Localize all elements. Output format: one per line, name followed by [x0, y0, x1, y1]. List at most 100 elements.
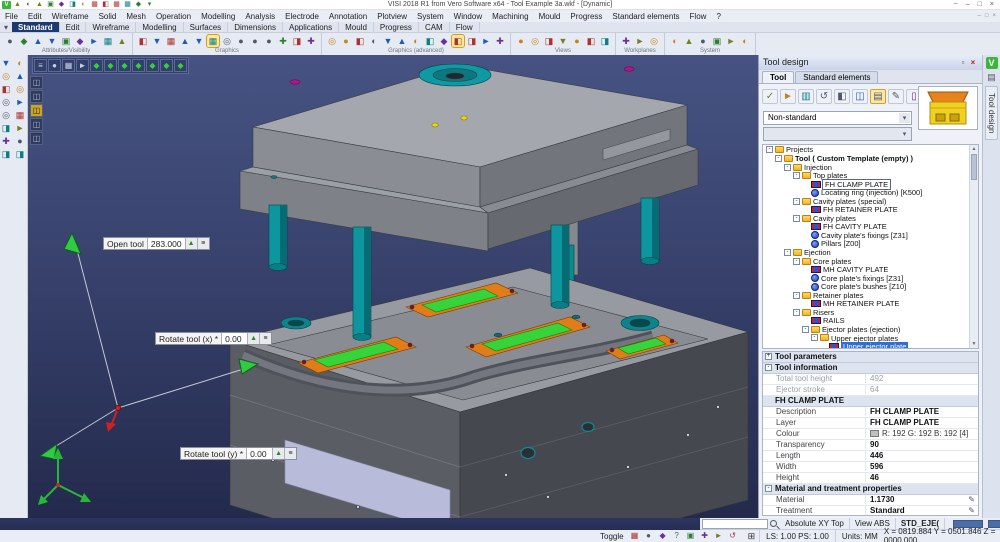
undo-step-icon[interactable]: ●: [14, 135, 26, 147]
surface-filter-icon[interactable]: ◫: [30, 90, 43, 103]
collapse-icon[interactable]: -: [765, 485, 772, 492]
create-workplane-icon[interactable]: ✚: [620, 35, 632, 47]
screen-capture-icon[interactable]: ◧: [101, 1, 110, 9]
zoom-previous-icon[interactable]: ◎: [221, 35, 233, 47]
property-value[interactable]: 90: [866, 440, 978, 449]
tree-item-fh-clamp-plate[interactable]: FH CLAMP PLATE: [763, 180, 978, 189]
layer-manager-icon[interactable]: ◨: [0, 122, 12, 134]
rotate-y-callout[interactable]: Rotate tool (y) * 0.00 ▲ ≡: [180, 447, 297, 460]
tree-item-upper-ejector-plate[interactable]: Upper ejector plate: [763, 342, 978, 349]
menu-progress[interactable]: Progress: [565, 12, 607, 21]
ambient-occlusion-icon[interactable]: ◆: [438, 35, 450, 47]
tree-item-core-plate-s-fixings-z31[interactable]: Core plate's fixings [Z31]: [763, 274, 978, 283]
panel-close-icon[interactable]: ×: [968, 58, 978, 67]
colour-picker-icon[interactable]: ◎: [0, 96, 12, 108]
menu-modelling[interactable]: Modelling: [196, 12, 240, 21]
selection-filter-icon[interactable]: ◧: [452, 35, 464, 47]
recycle-bin-icon[interactable]: ◨: [14, 148, 26, 160]
view-mode-label[interactable]: Absolute XY Top: [780, 518, 850, 530]
entity-info-icon[interactable]: ▲: [116, 35, 128, 47]
tool-design-panel-header[interactable]: Tool design ▫ ×: [759, 55, 982, 70]
tree-item-fh-cavity-plate[interactable]: FH CAVITY PLATE: [763, 223, 978, 232]
menu-mesh[interactable]: Mesh: [121, 12, 151, 21]
tool-type-dropdown[interactable]: Non-standard ▾: [763, 111, 912, 125]
ribbon-tab-standard[interactable]: Standard: [12, 22, 60, 32]
toggle-label[interactable]: Toggle: [594, 532, 630, 541]
view-cube-icon[interactable]: ◧: [834, 89, 850, 104]
rotate-x-calculator-icon[interactable]: ▲: [247, 333, 259, 344]
catalogue-icon[interactable]: ▥: [798, 89, 814, 104]
pan-view-icon[interactable]: ●: [235, 35, 247, 47]
open-tool-callout[interactable]: Open tool 283.000 ▲ ≡: [103, 237, 210, 250]
visibility-icon[interactable]: ◆: [18, 35, 30, 47]
layer-visibility-icon[interactable]: ▲: [32, 35, 44, 47]
tool-structure-tree[interactable]: ▲ ▼ -Projects-Tool ( Custom Template (em…: [762, 144, 979, 349]
right-view-icon[interactable]: ▼: [557, 35, 569, 47]
zoom-target-icon[interactable]: ▦: [62, 59, 75, 72]
expander-icon[interactable]: -: [793, 292, 800, 299]
property-value[interactable]: FH CLAMP PLATE: [866, 407, 978, 416]
property-value[interactable]: 596: [866, 462, 978, 471]
tab-tool[interactable]: Tool: [762, 71, 794, 83]
import-file-icon[interactable]: ▣: [46, 1, 55, 9]
render-palette-icon[interactable]: ✚: [700, 531, 710, 541]
tree-item-core-plate-s-bushes-z10[interactable]: Core plate's bushes [Z10]: [763, 282, 978, 291]
select-tool-icon[interactable]: ►: [780, 89, 796, 104]
snap-point-icon[interactable]: ◧: [0, 83, 12, 95]
shadow-toggle-icon[interactable]: ◧: [424, 35, 436, 47]
tab-standard-elements[interactable]: Standard elements: [795, 71, 878, 83]
edit-pencil-icon[interactable]: ✎: [968, 506, 975, 515]
ribbon-tab-flow[interactable]: Flow: [450, 22, 480, 32]
menu-flow[interactable]: Flow: [685, 12, 712, 21]
filter-attributes-icon[interactable]: ▼: [46, 35, 58, 47]
menu-edit[interactable]: Edit: [23, 12, 47, 21]
modify-entity-icon[interactable]: ►: [14, 96, 26, 108]
expander-icon[interactable]: -: [811, 334, 818, 341]
favourites-icon[interactable]: ◆: [134, 1, 143, 9]
menu-operation[interactable]: Operation: [151, 12, 196, 21]
property-material[interactable]: Material1.1730✎: [763, 495, 978, 506]
rotate-y-keyboard-icon[interactable]: ≡: [284, 448, 296, 459]
ribbon-tab-mould[interactable]: Mould: [339, 22, 374, 32]
rotate-view-icon[interactable]: ●: [249, 35, 261, 47]
attributes-edit-icon[interactable]: ▲: [14, 70, 26, 82]
rotate-x-callout[interactable]: Rotate tool (x) * 0.00 ▲ ≡: [155, 332, 272, 345]
reflection-lines-icon[interactable]: ◐: [410, 35, 422, 47]
tree-item-injection[interactable]: -Injection: [763, 163, 978, 172]
minimize-button[interactable]: –: [966, 1, 970, 8]
select-entity-icon[interactable]: ▼: [0, 57, 12, 69]
snap-toggle-icon[interactable]: ▦: [630, 531, 640, 541]
viewport-3d[interactable]: ≡●▦►◆◆◆◆◆◆◆ ◫◫◫◫◫ Open tool 283.000 ▲ ≡ …: [28, 55, 758, 518]
left-view-icon[interactable]: ●: [571, 35, 583, 47]
scrollbar-thumb[interactable]: [971, 154, 977, 180]
expander-icon[interactable]: -: [784, 249, 791, 256]
plugin-manager-icon[interactable]: ●: [697, 35, 709, 47]
expander-icon[interactable]: -: [793, 172, 800, 179]
collapse-icon[interactable]: -: [765, 364, 772, 371]
menu-system[interactable]: System: [412, 12, 449, 21]
save-tool-icon[interactable]: ◫: [852, 89, 868, 104]
texture-shade-icon[interactable]: ●: [340, 35, 352, 47]
dynamic-section-icon[interactable]: ◐: [368, 35, 380, 47]
expander-icon[interactable]: -: [793, 198, 800, 205]
property-value[interactable]: 64: [866, 385, 978, 394]
section-material-and-treatment-properties[interactable]: -Material and treatment properties: [763, 484, 978, 495]
qat-dropdown-icon[interactable]: ▾: [145, 1, 154, 9]
expander-icon[interactable]: -: [793, 309, 800, 316]
close-button[interactable]: ×: [990, 1, 994, 8]
iso-view-icon[interactable]: ●: [515, 35, 527, 47]
surface-repair-icon[interactable]: ▦: [14, 109, 26, 121]
draft-analysis-icon[interactable]: ▲: [396, 35, 408, 47]
stereo-view-icon[interactable]: ►: [480, 35, 492, 47]
property-value[interactable]: 492: [866, 374, 978, 383]
expander-icon[interactable]: -: [784, 164, 791, 171]
scroll-down-icon[interactable]: ▼: [970, 340, 978, 348]
tool-list-icon[interactable]: ▤: [870, 89, 886, 104]
tree-item-rails[interactable]: RAILS: [763, 317, 978, 326]
iso-view-1-icon[interactable]: ◆: [90, 59, 103, 72]
print-plot-icon[interactable]: ▦: [90, 1, 99, 9]
tree-scrollbar[interactable]: ▲ ▼: [969, 145, 978, 348]
open-tool-calculator-icon[interactable]: ▲: [185, 238, 197, 249]
tree-item-cavity-plate-s-fixings-z31[interactable]: Cavity plate's fixings [Z31]: [763, 231, 978, 240]
database-link-icon[interactable]: ▣: [711, 35, 723, 47]
